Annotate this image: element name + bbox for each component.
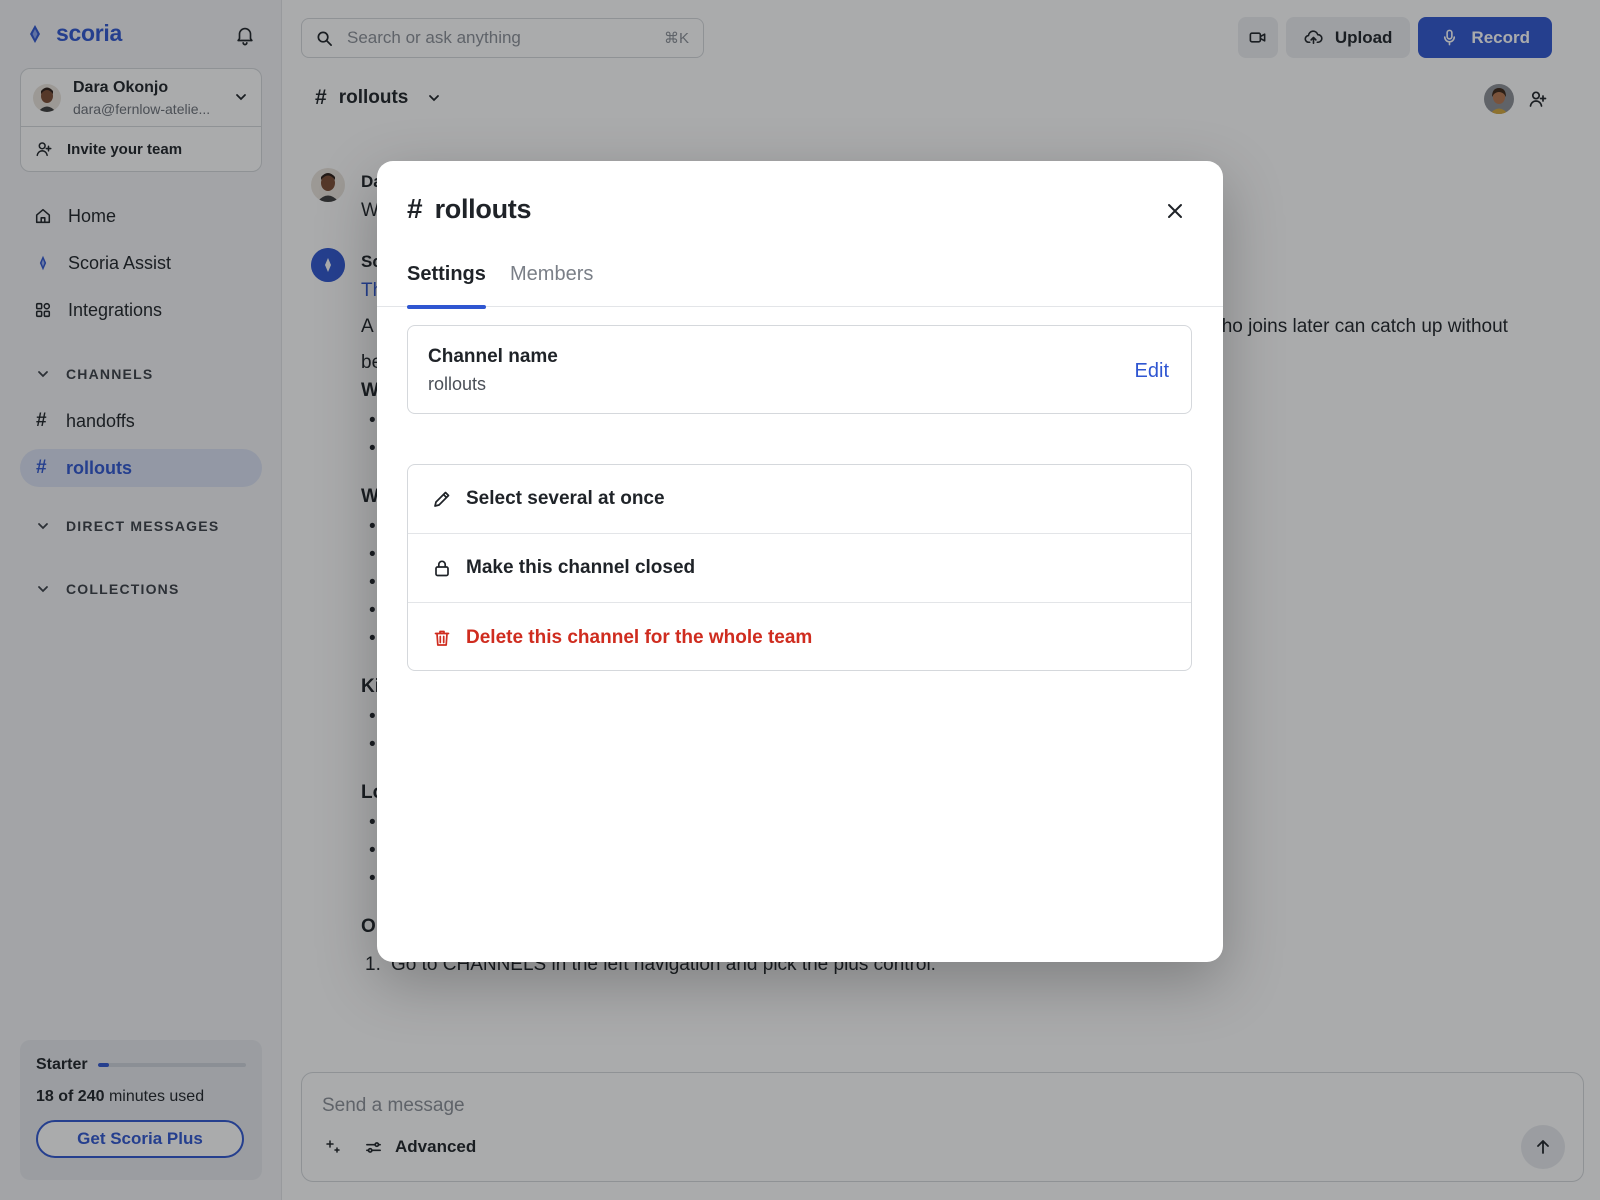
trash-icon — [434, 630, 450, 646]
tab-settings[interactable]: Settings — [407, 257, 486, 309]
select-several-label: Select several at once — [466, 488, 665, 509]
dialog-title: # rollouts — [407, 193, 531, 225]
edit-channel-name-button[interactable]: Edit — [1135, 360, 1169, 383]
active-tab-indicator — [407, 305, 486, 309]
delete-channel-label: Delete this channel for the whole team — [466, 626, 813, 648]
channel-actions: Select several at once Make this channel… — [407, 464, 1192, 671]
make-channel-closed-button[interactable]: Make this channel closed — [408, 534, 1191, 603]
close-icon[interactable] — [1163, 199, 1187, 223]
tab-settings-label: Settings — [407, 263, 486, 285]
pencil-icon — [434, 491, 450, 507]
channel-name-label: Channel name — [428, 346, 558, 367]
hash-icon: # — [407, 193, 423, 224]
delete-channel-button[interactable]: Delete this channel for the whole team — [408, 603, 1191, 670]
dialog-tabs: Settings Members — [377, 257, 1223, 309]
channel-settings-dialog: # rollouts Settings Members Channel name… — [377, 161, 1223, 962]
lock-icon — [435, 560, 449, 577]
make-channel-closed-label: Make this channel closed — [466, 557, 696, 578]
channel-name-card: Channel name rollouts Edit — [407, 325, 1192, 414]
dialog-title-text: rollouts — [434, 193, 532, 224]
channel-name-value: rollouts — [428, 374, 487, 394]
tab-members-label: Members — [510, 263, 594, 285]
tab-members[interactable]: Members — [510, 257, 593, 307]
select-several-button[interactable]: Select several at once — [408, 465, 1191, 534]
